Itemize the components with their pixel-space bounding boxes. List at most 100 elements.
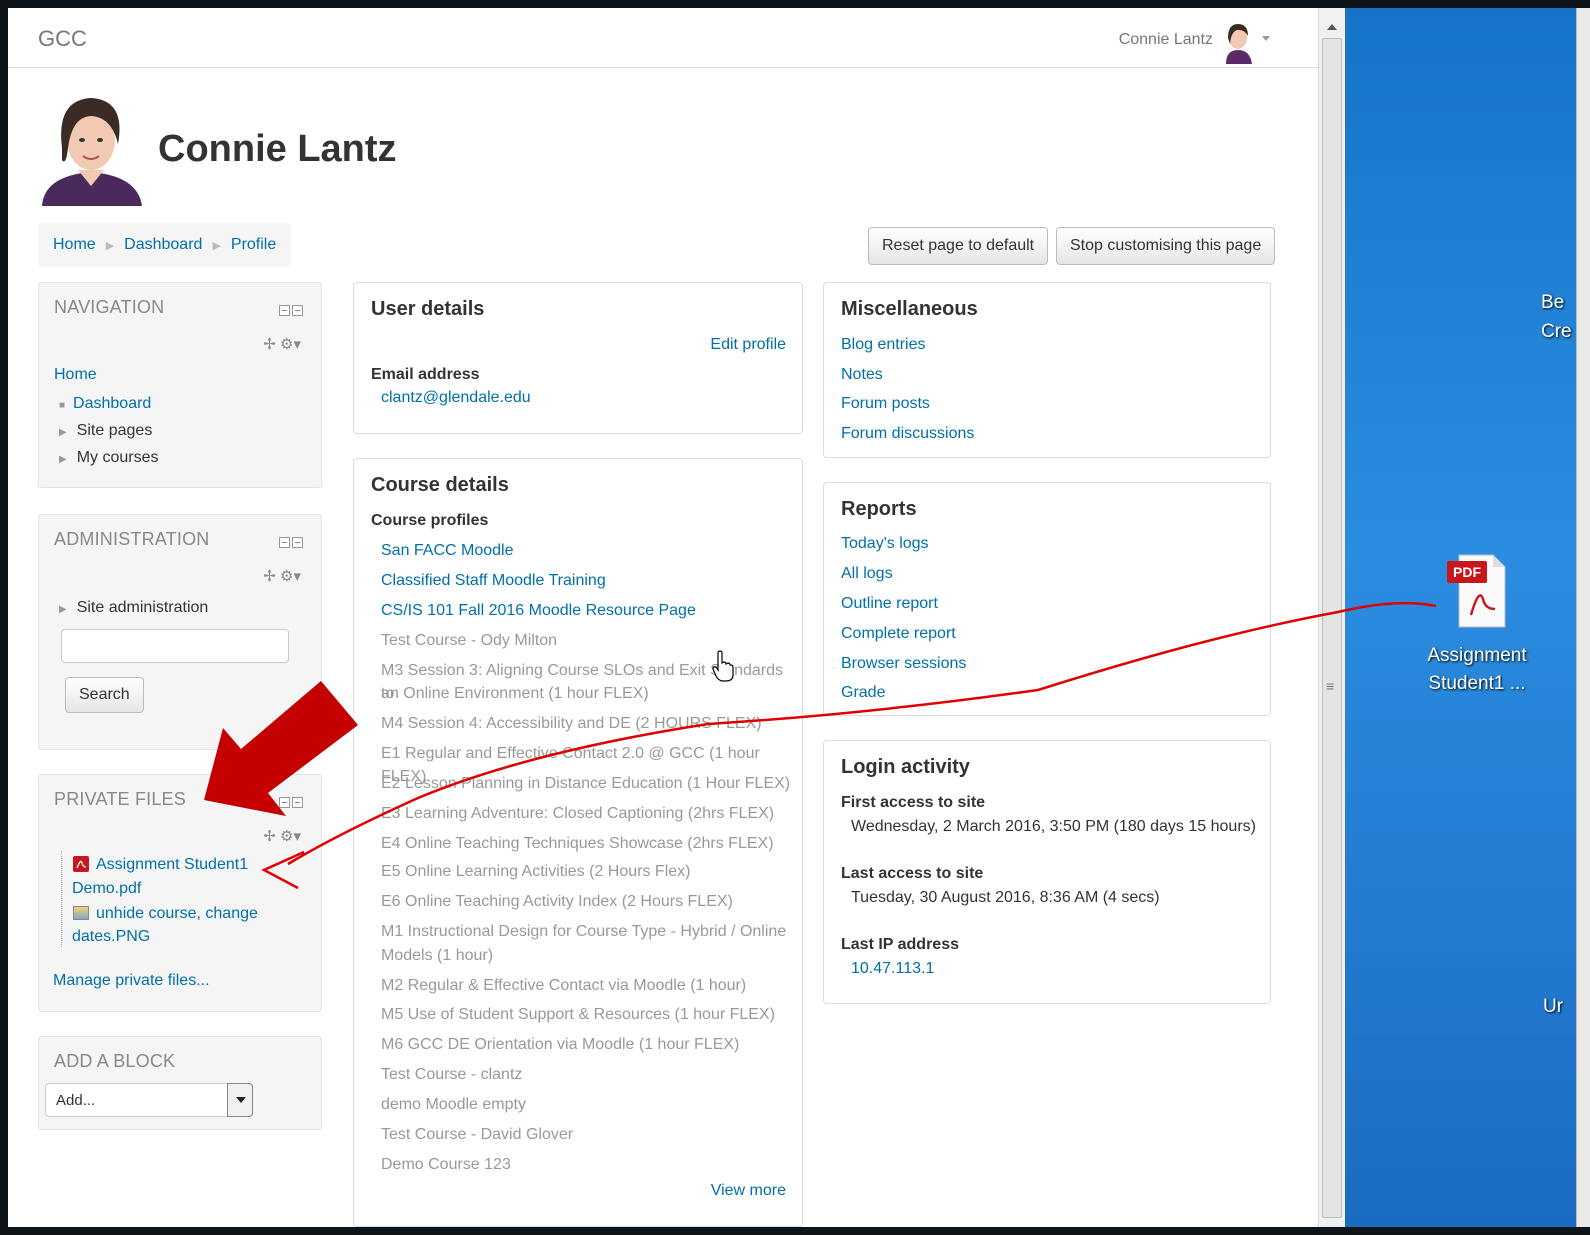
- move-config-icon[interactable]: ✢ ⚙▾: [263, 827, 301, 845]
- block-controls[interactable]: [279, 535, 307, 549]
- breadcrumb: Home ▶ Dashboard ▶ Profile: [38, 223, 292, 267]
- last-ip-label: Last IP address: [841, 936, 959, 953]
- profile-fullname: Connie Lantz: [158, 128, 397, 170]
- private-file-png-link[interactable]: unhide course, change: [96, 905, 258, 923]
- email-label: Email address: [371, 366, 480, 383]
- all-logs-link[interactable]: All logs: [841, 565, 893, 583]
- top-navbar: GCC Connie Lantz: [8, 8, 1318, 68]
- stop-customising-button[interactable]: Stop customising this page: [1056, 227, 1276, 265]
- course-details-card: Course details Course profiles San FACC …: [353, 458, 803, 1227]
- first-access-value: Wednesday, 2 March 2016, 3:50 PM (180 da…: [851, 818, 1256, 835]
- desktop-file-label-line1: Assignment: [1427, 645, 1527, 666]
- breadcrumb-profile[interactable]: Profile: [231, 236, 276, 254]
- dropdown-arrow-icon[interactable]: [227, 1083, 253, 1117]
- scroll-up-arrow-icon[interactable]: [1327, 24, 1337, 30]
- private-file-png-link-continued[interactable]: dates.PNG: [72, 928, 150, 946]
- course-link[interactable]: an Online Environment (1 hour FLEX): [381, 682, 791, 705]
- course-link[interactable]: Test Course - David Glover: [381, 1123, 791, 1146]
- user-menu-caret-icon[interactable]: [1262, 36, 1270, 41]
- navigation-block: NAVIGATION ✢ ⚙▾ Home ■ Dashboard ▶ Site pa…: [38, 282, 322, 488]
- course-link[interactable]: M1 Instructional Design for Course Type …: [381, 920, 791, 943]
- collapse-icon[interactable]: [279, 537, 290, 548]
- add-block-select[interactable]: Add...: [45, 1083, 253, 1117]
- site-administration-label: Site administration: [76, 599, 209, 616]
- blog-entries-link[interactable]: Blog entries: [841, 336, 926, 354]
- last-access-label: Last access to site: [841, 865, 984, 882]
- course-link[interactable]: E2 Lesson Planning in Distance Education…: [381, 772, 791, 795]
- move-config-icon[interactable]: ✢ ⚙▾: [263, 567, 301, 585]
- course-link[interactable]: Test Course - clantz: [381, 1063, 791, 1086]
- nav-dashboard-item[interactable]: ■ Dashboard: [59, 395, 151, 413]
- block-controls[interactable]: [279, 303, 307, 317]
- desktop-file-label-line2: Student1 ...: [1428, 673, 1526, 694]
- desktop-partial-label: Be: [1541, 292, 1565, 313]
- user-avatar-small[interactable]: [1220, 20, 1256, 64]
- nav-dashboard-link[interactable]: Dashboard: [73, 395, 151, 412]
- private-files-title: PRIVATE FILES: [54, 789, 186, 809]
- expand-arrow-icon[interactable]: ▶: [59, 454, 67, 465]
- outline-report-link[interactable]: Outline report: [841, 595, 938, 613]
- reports-title: Reports: [841, 498, 917, 520]
- user-menu-name[interactable]: Connie Lantz: [1119, 31, 1213, 49]
- private-file-pdf-link[interactable]: Assignment Student1: [96, 856, 248, 874]
- email-link[interactable]: clantz@glendale.edu: [381, 389, 531, 407]
- scroll-grip-icon: ≡: [1326, 678, 1335, 694]
- collapse-icon[interactable]: [279, 305, 290, 316]
- course-link[interactable]: E3 Learning Adventure: Closed Captioning…: [381, 802, 791, 825]
- dock-icon[interactable]: [292, 797, 303, 808]
- site-administration-item[interactable]: ▶ Site administration: [59, 599, 208, 617]
- course-link[interactable]: Test Course - Ody Milton: [381, 629, 791, 652]
- site-brand[interactable]: GCC: [38, 26, 87, 52]
- administration-block: ADMINISTRATION ✢ ⚙▾ ▶ Site administration…: [38, 514, 322, 750]
- edit-profile-link[interactable]: Edit profile: [710, 336, 786, 354]
- nav-home-link[interactable]: Home: [54, 366, 97, 384]
- course-link[interactable]: E6 Online Teaching Activity Index (2 Hou…: [381, 890, 791, 913]
- desktop-edge-scrollbar: [1576, 8, 1590, 1227]
- block-controls[interactable]: [279, 795, 307, 809]
- course-link[interactable]: E5 Online Learning Activities (2 Hours F…: [381, 860, 791, 883]
- private-file-pdf-link-continued[interactable]: Demo.pdf: [72, 880, 141, 898]
- nav-site-pages-item[interactable]: ▶ Site pages: [59, 422, 152, 440]
- image-file-icon: [73, 906, 89, 920]
- desktop-partial-label: Ur: [1543, 996, 1564, 1017]
- forum-discussions-link[interactable]: Forum discussions: [841, 425, 974, 443]
- course-link[interactable]: Demo Course 123: [381, 1153, 791, 1176]
- browser-sessions-link[interactable]: Browser sessions: [841, 655, 966, 673]
- course-link[interactable]: CS/IS 101 Fall 2016 Moodle Resource Page: [381, 599, 791, 622]
- course-link[interactable]: M5 Use of Student Support & Resources (1…: [381, 1003, 791, 1026]
- grade-link[interactable]: Grade: [841, 684, 885, 702]
- manage-private-files-link[interactable]: Manage private files...: [53, 972, 210, 990]
- course-link[interactable]: Classified Staff Moodle Training: [381, 569, 791, 592]
- dock-icon[interactable]: [292, 537, 303, 548]
- forum-posts-link[interactable]: Forum posts: [841, 395, 930, 413]
- user-details-title: User details: [371, 298, 485, 320]
- dock-icon[interactable]: [292, 305, 303, 316]
- admin-search-button[interactable]: Search: [65, 677, 144, 713]
- desktop-partial-label: Cre: [1541, 321, 1572, 342]
- todays-logs-link[interactable]: Today's logs: [841, 535, 929, 553]
- last-ip-link[interactable]: 10.47.113.1: [851, 960, 934, 978]
- view-more-link[interactable]: View more: [711, 1182, 786, 1200]
- collapse-icon[interactable]: [279, 797, 290, 808]
- complete-report-link[interactable]: Complete report: [841, 625, 956, 643]
- scrollbar-thumb[interactable]: [1322, 38, 1342, 1218]
- expand-arrow-icon[interactable]: ▶: [59, 604, 67, 615]
- course-link[interactable]: E4 Online Teaching Techniques Showcase (…: [381, 832, 791, 855]
- breadcrumb-home[interactable]: Home: [53, 236, 96, 254]
- move-config-icon[interactable]: ✢ ⚙▾: [263, 335, 301, 353]
- expand-arrow-icon[interactable]: ▶: [59, 427, 67, 438]
- course-link[interactable]: M6 GCC DE Orientation via Moodle (1 hour…: [381, 1033, 791, 1056]
- nav-my-courses-item[interactable]: ▶ My courses: [59, 449, 159, 467]
- notes-link[interactable]: Notes: [841, 366, 883, 384]
- desktop-pdf-file[interactable]: PDF Assignment Student1 ...: [1407, 553, 1547, 698]
- course-link[interactable]: San FACC Moodle: [381, 539, 791, 562]
- breadcrumb-dashboard[interactable]: Dashboard: [124, 236, 202, 254]
- reset-page-button[interactable]: Reset page to default: [868, 227, 1049, 265]
- course-link[interactable]: M4 Session 4: Accessibility and DE (2 HO…: [381, 712, 791, 735]
- admin-search-input[interactable]: [61, 629, 289, 663]
- browser-scrollbar[interactable]: ≡: [1318, 8, 1345, 1227]
- course-link[interactable]: Models (1 hour): [381, 944, 791, 967]
- hand-cursor-icon: [712, 650, 734, 682]
- course-link[interactable]: demo Moodle empty: [381, 1093, 791, 1116]
- course-link[interactable]: M2 Regular & Effective Contact via Moodl…: [381, 974, 791, 997]
